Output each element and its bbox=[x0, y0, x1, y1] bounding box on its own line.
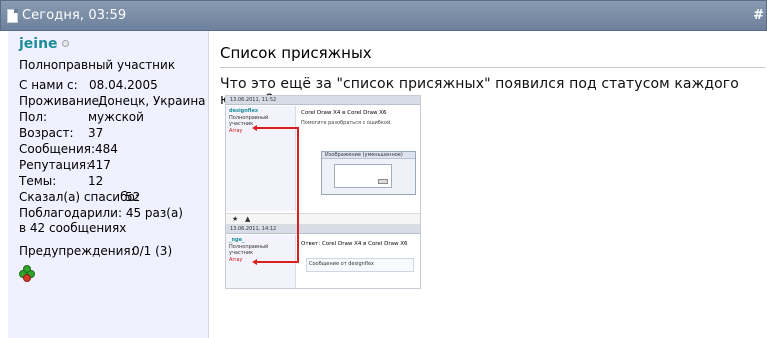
shot-arrow-2 bbox=[256, 261, 299, 263]
user-rank: Полноправный участник bbox=[19, 58, 176, 72]
shot-userinfo-1: designflex Полноправный участник Array bbox=[226, 106, 296, 211]
shot-quote: Сообщение от designflex bbox=[306, 258, 414, 272]
shot-post-header-2: 13.06.2011, 14:12 bbox=[226, 225, 420, 234]
shot-arrow-1 bbox=[256, 127, 299, 129]
post-page-icon bbox=[7, 9, 18, 23]
title-divider bbox=[220, 67, 765, 68]
attached-screenshot[interactable]: 13.06.2011, 11:52 designflex Полноправны… bbox=[225, 95, 421, 289]
shot-toolbar: ★ ▲ bbox=[226, 213, 420, 225]
field-registered: С нами с: 08.04.2005 bbox=[19, 78, 158, 92]
field-age: Возраст: 37 bbox=[19, 126, 104, 140]
user-info-panel: jeine Полноправный участник С нами с: 08… bbox=[8, 31, 209, 338]
shot-dialog: Изображение (уменьшенное) bbox=[321, 151, 416, 195]
clover-icon[interactable] bbox=[19, 265, 36, 282]
field-topics: Темы: 12 bbox=[19, 174, 104, 188]
field-gender: Пол: мужской bbox=[19, 110, 144, 124]
field-location: Проживание: Донецк, Украина bbox=[19, 94, 206, 108]
shot-post-header-1: 13.06.2011, 11:52 bbox=[226, 96, 420, 105]
offline-status-icon bbox=[61, 40, 69, 47]
post-header: Сегодня, 03:59 # bbox=[0, 0, 767, 31]
shot-topic-1: Corel Draw X4 в Corel Draw X6 bbox=[301, 110, 387, 116]
shot-arrow-vertical bbox=[297, 127, 299, 262]
shot-arrowhead-2 bbox=[252, 259, 257, 265]
thanks-received-line1: Поблагодарили: 45 раз(а) bbox=[19, 206, 183, 220]
shot-arrowhead-1 bbox=[252, 125, 257, 131]
field-posts: Сообщения: 484 bbox=[19, 142, 118, 156]
shot-body-1: Помогите разобраться с ошибкой. bbox=[301, 120, 392, 126]
shot-topic-2: Ответ: Corel Draw X4 в Corel Draw X6 bbox=[301, 241, 408, 247]
post-title: Список присяжных bbox=[220, 44, 372, 62]
post-date: Сегодня, 03:59 bbox=[22, 8, 127, 23]
thanks-received-line2: в 42 сообщениях bbox=[19, 221, 127, 235]
field-thanked: Сказал(а) спасибо: 52 bbox=[19, 190, 141, 204]
post-number-link[interactable]: # bbox=[753, 8, 764, 23]
field-warnings: Предупреждения: 0/1 (3) bbox=[19, 244, 173, 258]
username-link[interactable]: jeine bbox=[19, 36, 58, 52]
field-reputation: Репутация: 417 bbox=[19, 158, 111, 172]
